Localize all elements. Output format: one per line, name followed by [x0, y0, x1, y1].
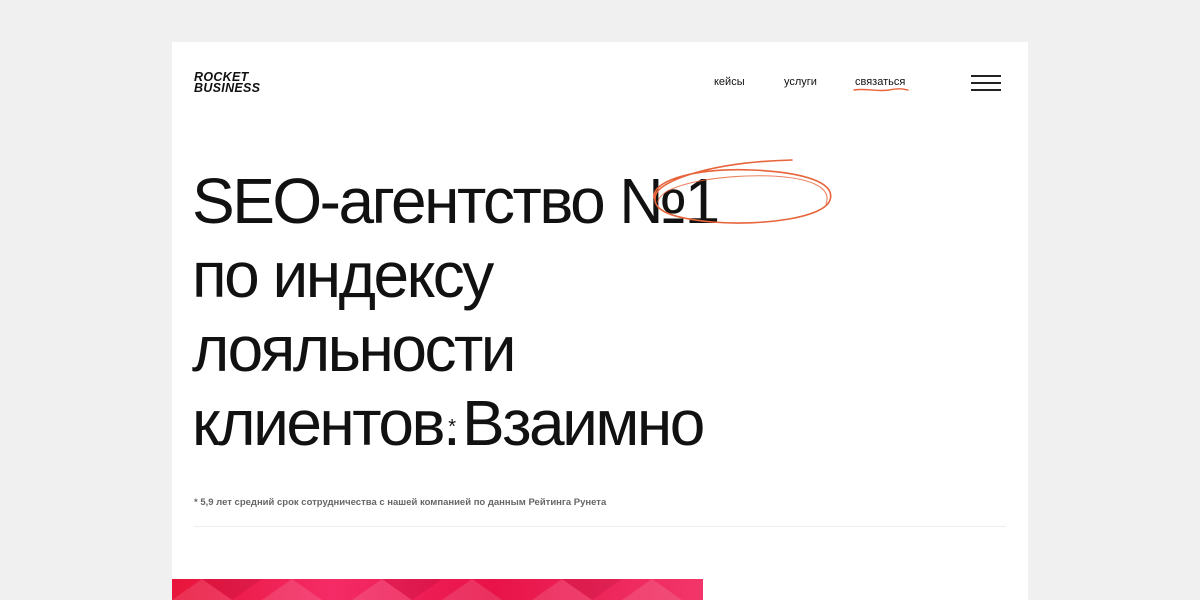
- promo-banner-image: [172, 579, 703, 600]
- hero-line-2: по индексу: [192, 239, 494, 311]
- nav-link-services[interactable]: услуги: [784, 76, 817, 88]
- section-divider: [194, 526, 1006, 527]
- nav-link-cases[interactable]: кейсы: [714, 76, 745, 88]
- contact-underline-mark: [853, 88, 909, 92]
- hero-footnote: * 5,9 лет средний срок сотрудничества с …: [194, 497, 607, 508]
- hero-line-1: SEO-агентство №1: [192, 165, 720, 237]
- hero-heading: SEO-агентство №1 по индексу лояльности к…: [192, 164, 720, 460]
- hero-line-4: клиентов.*Взаимно: [192, 386, 718, 460]
- hero-line-4-part-b: Взаимно: [462, 387, 705, 459]
- menu-burger-icon[interactable]: [971, 75, 1001, 91]
- hero-line-4-part-a: клиентов.: [192, 387, 461, 459]
- page-container: ROCKET BUSINESS кейсы услуги связаться S…: [172, 42, 1028, 600]
- main-nav: кейсы услуги связаться: [172, 76, 1028, 96]
- hero-line-3: лояльности: [192, 313, 516, 385]
- footnote-marker: *: [448, 416, 457, 438]
